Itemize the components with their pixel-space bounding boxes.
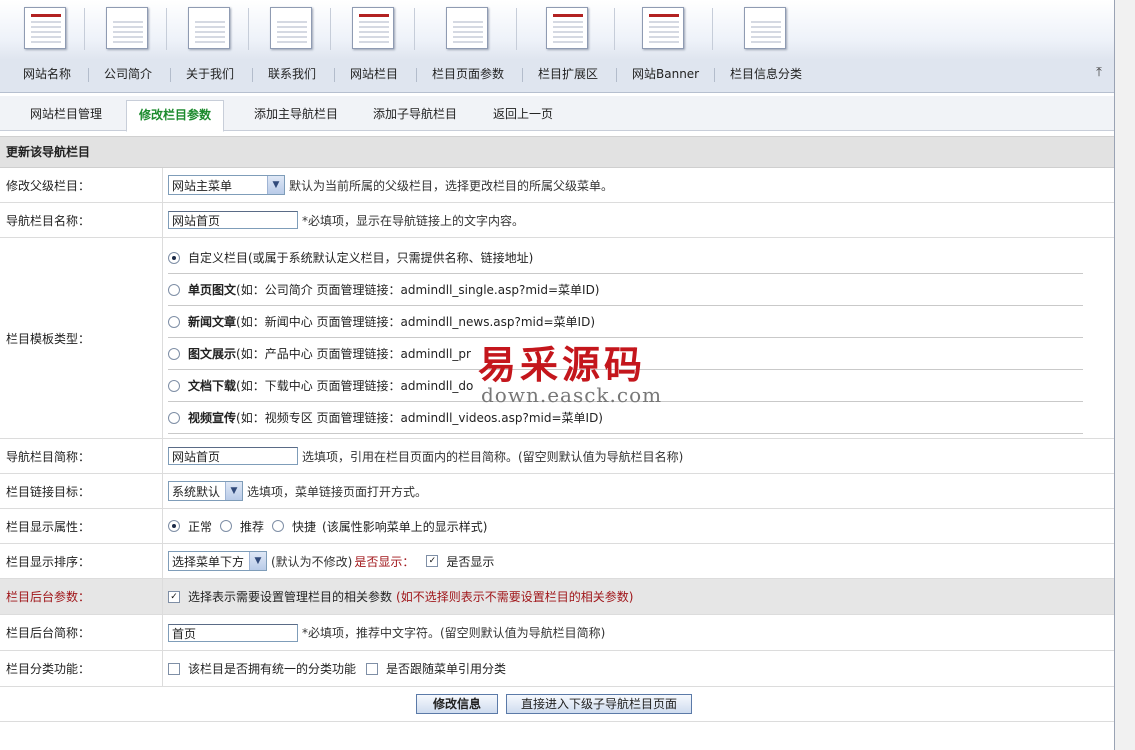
row-display-attr: 栏目显示属性： 正常 推荐 快捷 (该属性影响菜单上的显示样式) <box>0 509 1114 544</box>
goto-subnav-button[interactable]: 直接进入下级子导航栏目页面 <box>506 694 692 714</box>
vertical-scrollbar[interactable] <box>1115 0 1135 750</box>
nav-name-input[interactable]: 网站首页 <box>168 211 298 229</box>
category-opt2: 是否跟随菜单引用分类 <box>386 662 507 676</box>
display-order-select[interactable]: 选择菜单下方 ▼ <box>168 551 267 571</box>
radio-icon[interactable] <box>220 520 233 532</box>
radio-icon <box>168 251 180 264</box>
site-columns-icon[interactable] <box>350 5 396 51</box>
nav-column-extension[interactable]: 栏目扩展区 <box>538 64 598 84</box>
watermark-text: 易采源码 <box>478 342 647 387</box>
template-option[interactable]: 自定义栏目(或属于系统默认定义栏目，只需提供名称、链接地址) <box>168 242 1083 274</box>
backend-params-text: 选择表示需要设置管理栏目的相关参数 <box>188 590 393 604</box>
show-label: 是否显示： <box>354 554 415 569</box>
row-short-name: 导航栏目简称： 网站首页 选填项，引用在栏目页面内的栏目简称。(留空则默认值为导… <box>0 439 1114 474</box>
chevron-down-icon: ▼ <box>267 176 284 194</box>
label-display-order: 栏目显示排序： <box>0 544 163 578</box>
radio-icon <box>168 315 180 328</box>
radio-icon <box>168 347 180 360</box>
display-attr-hint: (该属性影响菜单上的显示样式) <box>322 519 488 534</box>
nav-contact-us[interactable]: 联系我们 <box>268 64 316 84</box>
button-row: 修改信息 直接进入下级子导航栏目页面 <box>0 687 1114 722</box>
backend-params-note: (如不选择则表示不需要设置栏目的相关参数) <box>396 590 634 604</box>
short-name-hint: 选填项，引用在栏目页面内的栏目简称。(留空则默认值为导航栏目名称) <box>302 449 684 464</box>
row-nav-name: 导航栏目名称： 网站首页 *必填项，显示在导航链接上的文字内容。 <box>0 203 1114 238</box>
radio-icon[interactable] <box>272 520 285 532</box>
nav-site-name[interactable]: 网站名称 <box>23 64 71 84</box>
contact-us-icon[interactable] <box>268 5 314 51</box>
option-recommend: 推荐 <box>240 519 265 534</box>
row-backend-params: 栏目后台参数： ✓ 选择表示需要设置管理栏目的相关参数 (如不选择则表示不需要设… <box>0 579 1114 615</box>
chevron-down-icon: ▼ <box>249 552 266 570</box>
site-banner-icon[interactable] <box>640 5 686 51</box>
option-normal: 正常 <box>188 519 213 534</box>
label-backend-short: 栏目后台简称： <box>0 615 163 650</box>
label-display-attr: 栏目显示属性： <box>0 509 163 543</box>
nav-about-us[interactable]: 关于我们 <box>186 64 234 84</box>
tab-column-manage[interactable]: 网站栏目管理 <box>30 102 102 126</box>
row-parent: 修改父级栏目： 网站主菜单 ▼ 默认为当前所属的父级栏目，选择更改栏目的所属父级菜… <box>0 168 1114 203</box>
label-short-name: 导航栏目简称： <box>0 439 163 473</box>
label-link-target: 栏目链接目标： <box>0 474 163 508</box>
checkbox-icon[interactable]: ✓ <box>426 555 439 567</box>
short-name-input[interactable]: 网站首页 <box>168 447 298 465</box>
row-display-order: 栏目显示排序： 选择菜单下方 ▼ (默认为不修改) 是否显示： ✓ 是否显示 <box>0 544 1114 579</box>
label-parent: 修改父级栏目： <box>0 168 163 202</box>
tab-add-main-nav[interactable]: 添加主导航栏目 <box>254 102 338 126</box>
label-category: 栏目分类功能： <box>0 651 163 686</box>
tab-add-sub-nav[interactable]: 添加子导航栏目 <box>373 102 457 126</box>
backend-short-input[interactable]: 首页 <box>168 623 298 642</box>
nav-column-categories[interactable]: 栏目信息分类 <box>730 64 802 84</box>
category-opt1: 该栏目是否拥有统一的分类功能 <box>188 662 357 676</box>
parent-hint: 默认为当前所属的父级栏目，选择更改栏目的所属父级菜单。 <box>289 178 614 193</box>
row-backend-short: 栏目后台简称： 首页 *必填项，推荐中文字符。(留空则默认值为导航栏目简称) <box>0 615 1114 651</box>
parent-select[interactable]: 网站主菜单 ▼ <box>168 175 285 195</box>
label-nav-name: 导航栏目名称： <box>0 203 163 237</box>
watermark-url: down.easck.com <box>481 383 663 407</box>
chevron-down-icon: ▼ <box>225 482 242 500</box>
label-backend-params: 栏目后台参数： <box>0 579 163 614</box>
template-option[interactable]: 单页图文 (如：公司简介 页面管理链接：admindll_single.asp?m… <box>168 274 1083 306</box>
link-target-select[interactable]: 系统默认 ▼ <box>168 481 243 501</box>
radio-icon[interactable] <box>168 520 180 532</box>
show-check-label: 是否显示 <box>446 554 495 569</box>
radio-icon <box>168 411 180 424</box>
top-toolbar: 网站名称 公司简介 关于我们 联系我们 网站栏目 栏目页面参数 栏目扩展区 网站… <box>0 0 1114 93</box>
section-title: 更新该导航栏目 <box>0 136 1114 168</box>
nav-name-hint: *必填项，显示在导航链接上的文字内容。 <box>302 213 525 228</box>
checkbox-icon[interactable] <box>366 662 379 675</box>
backend-short-hint: *必填项，推荐中文字符。(留空则默认值为导航栏目简称) <box>302 626 606 640</box>
display-order-hint: (默认为不修改) <box>271 554 353 569</box>
column-extension-icon[interactable] <box>544 5 590 51</box>
nav-column-page-params[interactable]: 栏目页面参数 <box>432 64 504 84</box>
row-link-target: 栏目链接目标： 系统默认 ▼ 选填项，菜单链接页面打开方式。 <box>0 474 1114 509</box>
link-target-hint: 选填项，菜单链接页面打开方式。 <box>247 484 428 499</box>
nav-site-banner[interactable]: 网站Banner <box>632 64 699 84</box>
company-intro-icon[interactable] <box>104 5 150 51</box>
option-shortcut: 快捷 <box>292 519 317 534</box>
column-categories-icon[interactable] <box>742 5 788 51</box>
nav-company-intro[interactable]: 公司简介 <box>104 64 152 84</box>
radio-icon <box>168 283 180 296</box>
radio-icon <box>168 379 180 392</box>
submit-button[interactable]: 修改信息 <box>416 694 498 714</box>
checkbox-icon[interactable]: ✓ <box>168 590 180 603</box>
column-page-params-icon[interactable] <box>444 5 490 51</box>
scroll-top-icon[interactable]: ⤒ <box>1092 66 1106 80</box>
tab-edit-params[interactable]: 修改栏目参数 <box>126 100 225 132</box>
edit-form: 更新该导航栏目 修改父级栏目： 网站主菜单 ▼ 默认为当前所属的父级栏目，选择更改… <box>0 136 1114 722</box>
nav-site-columns[interactable]: 网站栏目 <box>350 64 398 84</box>
tab-go-back[interactable]: 返回上一页 <box>493 102 553 126</box>
row-category: 栏目分类功能： 该栏目是否拥有统一的分类功能 是否跟随菜单引用分类 <box>0 651 1114 687</box>
site-name-icon[interactable] <box>22 5 68 51</box>
checkbox-icon[interactable] <box>168 662 180 675</box>
about-us-icon[interactable] <box>186 5 232 51</box>
label-template: 栏目模板类型： <box>0 238 163 438</box>
